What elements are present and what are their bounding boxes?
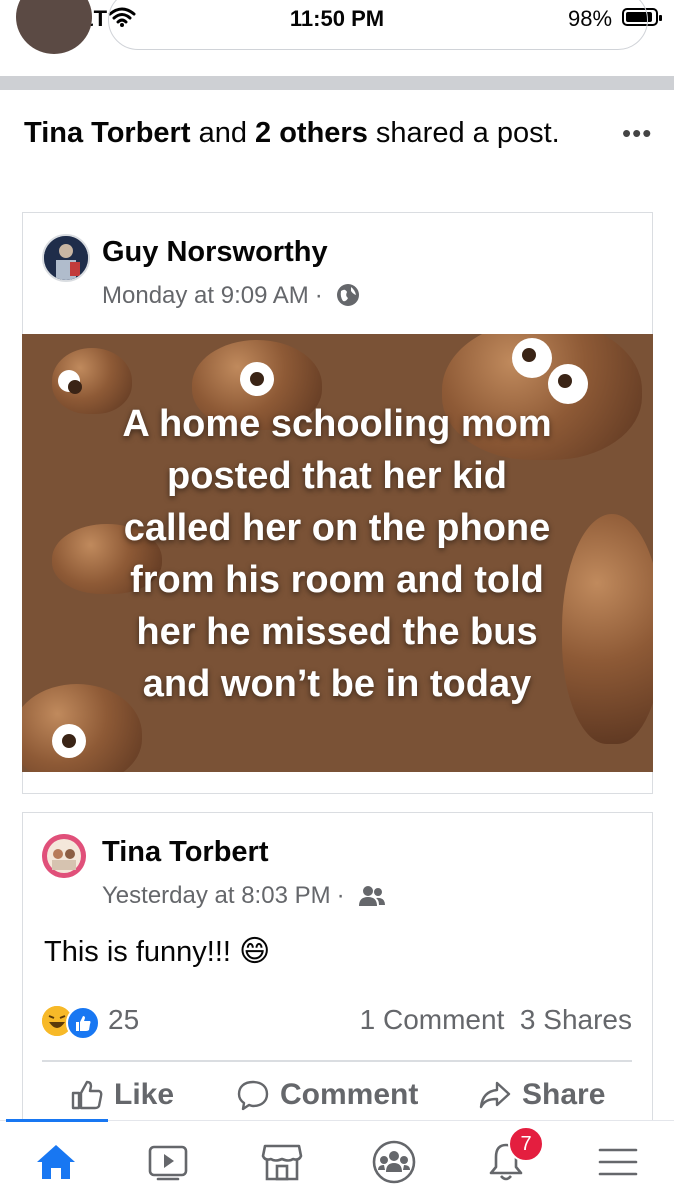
engagement-counts: 1 Comment 3 Shares <box>360 1004 632 1036</box>
notifications-badge: 7 <box>508 1126 544 1162</box>
shared-post-meta: Yesterday at 8:03 PM · <box>102 882 387 910</box>
globe-icon <box>337 284 360 306</box>
thumbs-up-icon <box>71 1080 103 1110</box>
reactions-bar[interactable]: 25 1 Comment 3 Shares <box>42 1004 632 1040</box>
original-post-timestamp[interactable]: Monday at 9:09 AM <box>102 282 309 309</box>
like-button[interactable]: Like <box>70 1078 174 1112</box>
menu-icon <box>598 1148 638 1176</box>
marketplace-tab[interactable] <box>252 1132 312 1192</box>
sharer-name-link[interactable]: Tina Torbert <box>24 117 191 149</box>
shared-post-timestamp[interactable]: Yesterday at 8:03 PM <box>102 882 331 909</box>
share-header: Tina Torbert and 2 others shared a post. <box>24 117 560 149</box>
grinning-emoji: 😄 <box>239 935 271 968</box>
sharer-avatar[interactable] <box>42 834 86 878</box>
original-author-name[interactable]: Guy Norsworthy <box>102 236 328 269</box>
feed-separator <box>0 76 674 90</box>
image-caption-text: A home schooling mom posted that her kid… <box>122 403 552 705</box>
active-tab-indicator <box>6 1119 108 1122</box>
like-reaction-icon <box>66 1006 100 1040</box>
reaction-count[interactable]: 25 <box>108 1004 139 1036</box>
actions-divider <box>42 1060 632 1062</box>
others-link[interactable]: 2 others <box>255 117 368 149</box>
comment-button[interactable]: Comment <box>236 1078 418 1112</box>
more-options-icon[interactable]: ••• <box>622 118 652 149</box>
groups-tab[interactable] <box>364 1132 424 1192</box>
user-avatar[interactable] <box>16 0 92 54</box>
share-button[interactable]: Share <box>478 1078 605 1112</box>
menu-tab[interactable] <box>588 1132 648 1192</box>
composer-input[interactable] <box>108 0 648 50</box>
groups-icon <box>372 1140 416 1184</box>
share-arrow-icon <box>479 1081 511 1109</box>
share-count-link[interactable]: 3 Shares <box>520 1004 632 1035</box>
watch-tab[interactable] <box>138 1132 198 1192</box>
sharer-author-name[interactable]: Tina Torbert <box>102 836 269 869</box>
post-text: This is funny!!! 😄 <box>44 935 271 968</box>
comment-count-link[interactable]: 1 Comment <box>360 1004 505 1035</box>
home-tab[interactable] <box>26 1132 86 1192</box>
watch-icon <box>148 1145 188 1181</box>
original-post-meta: Monday at 9:09 AM · <box>102 282 361 310</box>
marketplace-icon <box>261 1144 303 1181</box>
author-avatar[interactable] <box>42 234 90 282</box>
friends-icon <box>359 886 386 906</box>
bottom-navigation <box>0 1120 674 1201</box>
comment-icon <box>237 1080 269 1111</box>
home-icon <box>37 1145 75 1179</box>
